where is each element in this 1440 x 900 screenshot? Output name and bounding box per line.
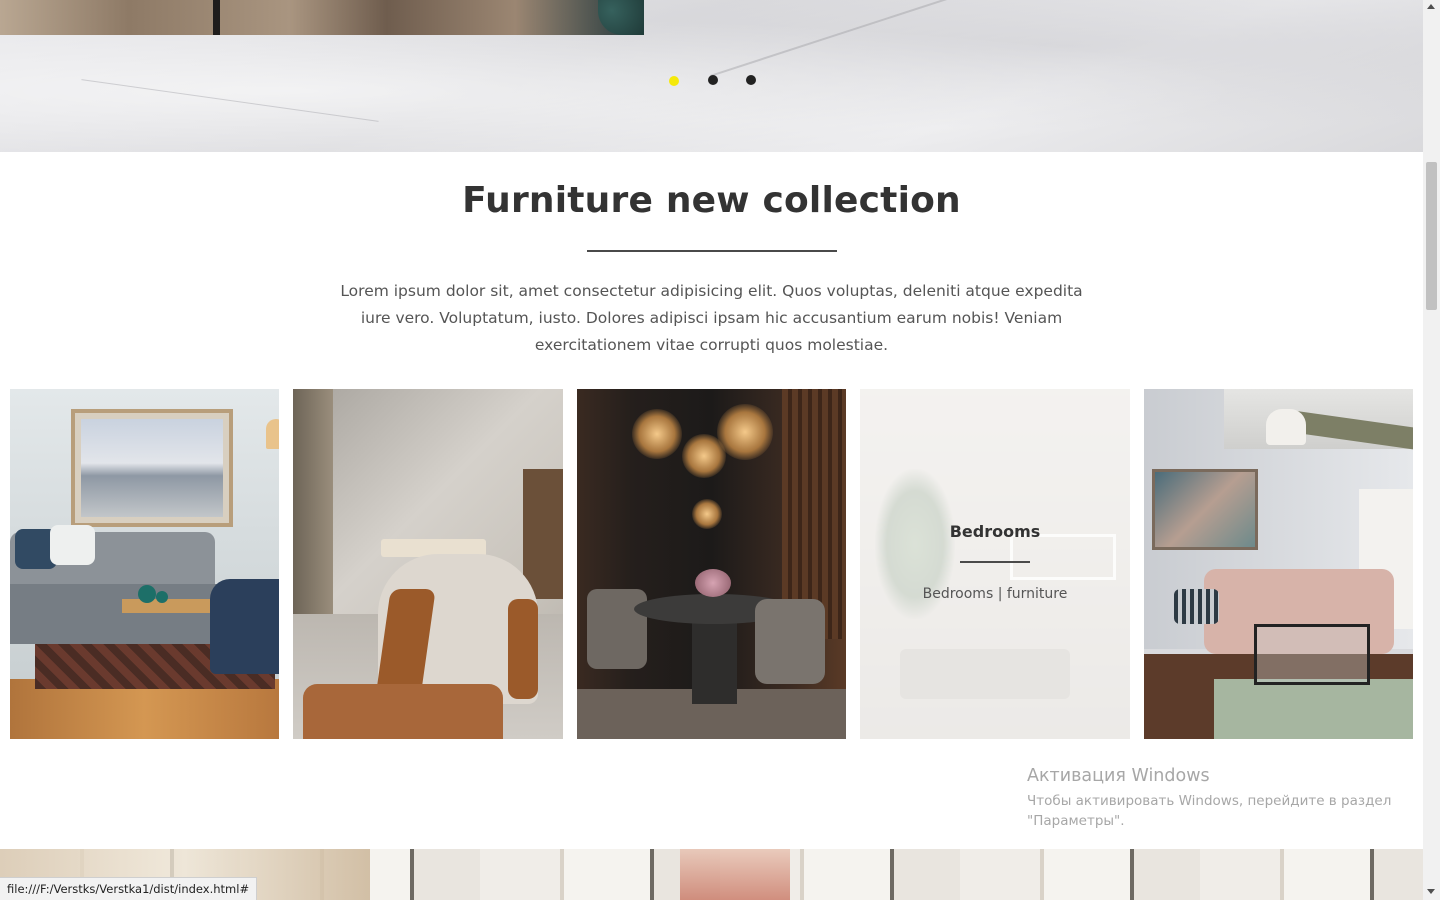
browser-status-url: file:///F:/Verstks/Verstka1/dist/index.h… [0, 877, 258, 900]
section-description: Lorem ipsum dolor sit, amet consectetur … [340, 282, 1083, 354]
slider-dot-2[interactable] [708, 75, 718, 85]
scrollbar-thumb[interactable] [1426, 162, 1437, 310]
gallery-card-dining-room[interactable] [577, 389, 846, 739]
windows-activation-title: Активация Windows [1027, 766, 1210, 786]
card-hover-overlay [860, 389, 1130, 739]
wall-art-canvas [81, 419, 223, 517]
pillow [1174, 589, 1219, 624]
armchair [210, 579, 279, 674]
vase [138, 585, 156, 603]
hero-slide-image [0, 0, 644, 35]
vertical-scrollbar[interactable] [1423, 0, 1440, 900]
dining-table-base [692, 614, 737, 704]
card-caption-subtitle: Bedrooms | furniture [922, 586, 1068, 602]
sofa-seat [10, 584, 240, 644]
pendant-lamp [1266, 409, 1306, 445]
hero-image-detail [598, 0, 644, 35]
section-title: Furniture new collection [462, 180, 961, 221]
title-divider [587, 250, 837, 252]
wall-art [1152, 469, 1258, 550]
pendant-lamp [682, 434, 726, 478]
coffee-table [1254, 624, 1370, 685]
gallery-card-sofa[interactable] [1144, 389, 1413, 739]
vase [156, 591, 168, 603]
hero-image-detail [213, 0, 220, 35]
card-caption-divider [960, 561, 1030, 563]
wall-art [71, 409, 233, 527]
lamp [266, 419, 279, 449]
armchair-frame [508, 599, 538, 699]
image-part [680, 849, 790, 900]
shelf [523, 469, 563, 599]
hero-slider [0, 0, 1423, 152]
windows-activation-text: Чтобы активировать Windows, перейдите в … [1027, 793, 1392, 829]
dining-chair [755, 599, 825, 684]
stool [303, 684, 503, 739]
gallery-card-living-room[interactable] [10, 389, 279, 739]
slider-pagination [0, 75, 1423, 87]
rug [1214, 679, 1413, 739]
slider-dot-3[interactable] [746, 75, 756, 85]
flowers [695, 569, 731, 597]
slider-dot-1[interactable] [669, 76, 679, 86]
scroll-up-arrow-icon[interactable] [1427, 4, 1435, 9]
scroll-down-arrow-icon[interactable] [1427, 889, 1435, 894]
door [293, 389, 333, 629]
gallery-card-armchair[interactable] [293, 389, 563, 739]
card-caption-title: Bedrooms [949, 522, 1041, 541]
pendant-lamp [692, 499, 722, 529]
pillow [50, 525, 95, 565]
gallery-card-bedrooms[interactable]: Bedrooms Bedrooms | furniture [860, 389, 1130, 739]
pendant-lamp [632, 409, 682, 459]
dining-chair [587, 589, 647, 669]
page: Furniture new collection Lorem ipsum dol… [0, 0, 1423, 900]
